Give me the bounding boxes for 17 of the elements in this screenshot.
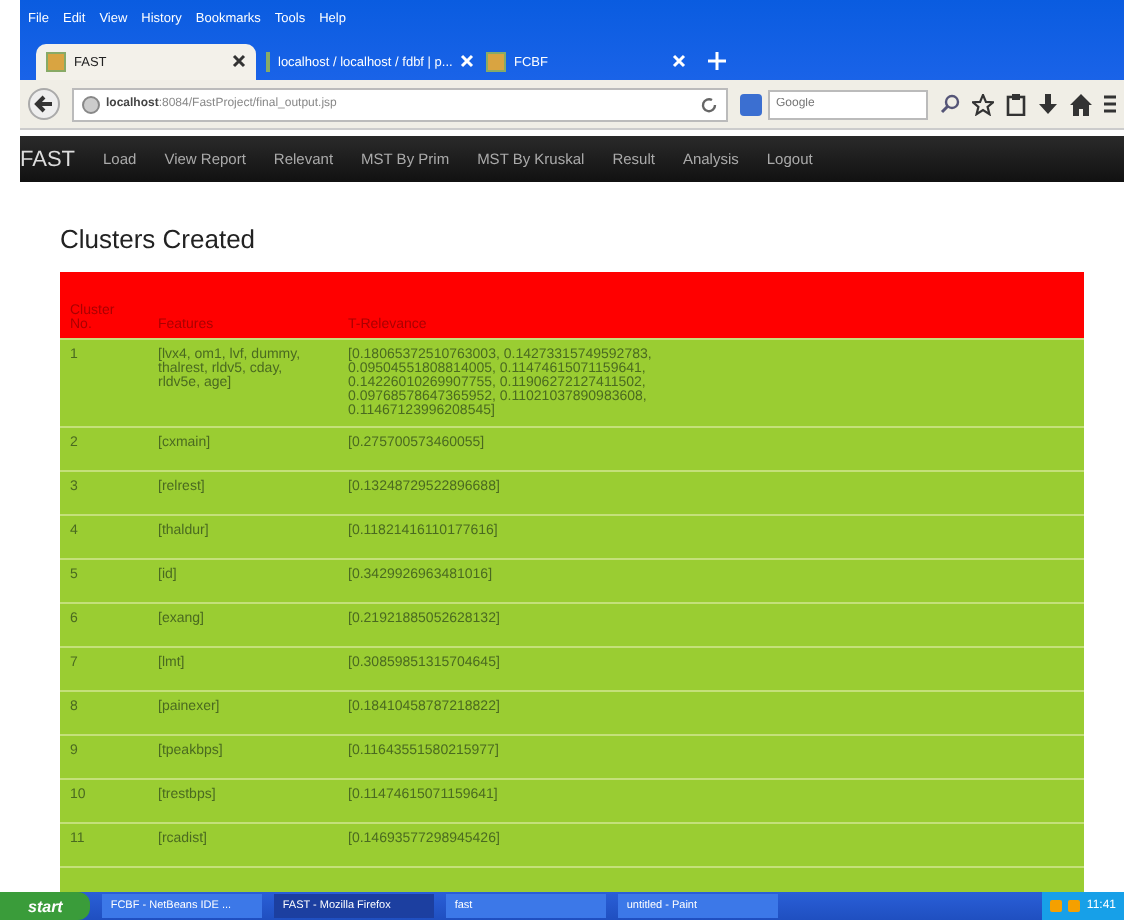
- reload-icon[interactable]: [700, 95, 718, 113]
- globe-icon: [82, 95, 100, 113]
- menu-icon[interactable]: [1104, 94, 1116, 114]
- page-heading: Clusters Created: [60, 224, 258, 254]
- close-icon[interactable]: [672, 53, 686, 71]
- home-icon[interactable]: [1070, 93, 1092, 115]
- close-icon[interactable]: [460, 53, 475, 71]
- start-button[interactable]: start: [0, 892, 91, 920]
- search-engine-icon[interactable]: [740, 93, 762, 115]
- bookmark-star-icon[interactable]: [972, 93, 994, 115]
- clipboard-icon[interactable]: [1006, 93, 1026, 115]
- close-icon[interactable]: [232, 53, 246, 71]
- back-icon[interactable]: [28, 88, 60, 120]
- site-brand[interactable]: FAST: [20, 147, 76, 171]
- search-icon[interactable]: [940, 94, 960, 114]
- new-tab-icon[interactable]: [708, 52, 726, 70]
- download-icon[interactable]: [1038, 93, 1058, 115]
